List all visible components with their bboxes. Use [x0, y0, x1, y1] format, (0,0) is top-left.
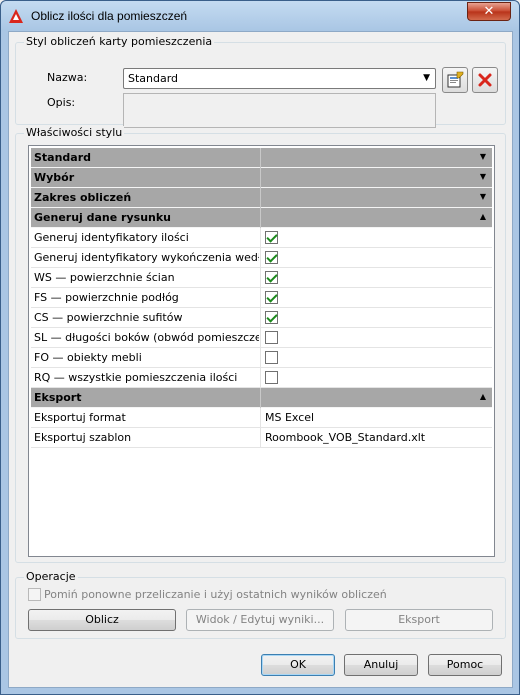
category-row-eksport[interactable]: Eksport ▲	[31, 388, 492, 408]
help-button[interactable]: Pomoc	[428, 654, 502, 676]
skip-recalc-label: Pomiń ponowne przeliczanie i użyj ostatn…	[44, 588, 387, 601]
column-separator	[260, 168, 261, 188]
property-label: FO — obiekty mebli	[34, 351, 142, 364]
name-label: Nazwa:	[47, 71, 88, 84]
column-separator	[260, 228, 261, 248]
chevron-up-icon[interactable]: ▲	[480, 392, 486, 401]
column-separator	[260, 268, 261, 288]
export-format-value[interactable]: MS Excel	[265, 411, 314, 424]
property-checkbox[interactable]	[265, 271, 278, 284]
column-separator	[260, 428, 261, 448]
property-grid[interactable]: Standard ▼ Wybór ▼ Zakres obliczeń ▼ Gen…	[28, 145, 495, 557]
style-group-label: Styl obliczeń karty pomieszczenia	[24, 35, 215, 48]
style-name-dropdown[interactable]: Standard ▼	[123, 68, 436, 89]
property-row[interactable]: Eksportuj format MS Excel	[31, 408, 492, 428]
window-title: Oblicz ilości dla pomieszczeń	[31, 9, 188, 23]
dialog-window: Oblicz ilości dla pomieszczeń ✕ Styl obl…	[0, 0, 520, 695]
property-checkbox[interactable]	[265, 371, 278, 384]
chevron-down-icon[interactable]: ▼	[480, 152, 486, 161]
delete-style-button[interactable]	[472, 67, 498, 93]
category-label: Eksport	[34, 391, 82, 404]
title-bar[interactable]: Oblicz ilości dla pomieszczeń ✕	[1, 1, 519, 31]
category-label: Zakres obliczeń	[34, 191, 132, 204]
operations-group-label: Operacje	[24, 570, 78, 583]
column-separator	[260, 188, 261, 208]
properties-group-label: Właściwości stylu	[24, 126, 125, 139]
autocad-logo-icon	[9, 9, 23, 23]
column-separator	[260, 348, 261, 368]
property-row[interactable]: WS — powierzchnie ścian	[31, 268, 492, 288]
style-name-value: Standard	[128, 72, 179, 85]
calculate-button[interactable]: Oblicz	[28, 609, 176, 631]
column-separator	[260, 408, 261, 428]
category-row-standard[interactable]: Standard ▼	[31, 148, 492, 168]
property-row[interactable]: Generuj identyfikatory ilości	[31, 228, 492, 248]
column-separator	[260, 288, 261, 308]
column-separator	[260, 208, 261, 228]
property-label: Eksportuj format	[34, 411, 126, 424]
description-field[interactable]	[123, 93, 436, 128]
delete-icon	[478, 73, 492, 87]
style-groupbox: Styl obliczeń karty pomieszczenia Nazwa:…	[15, 35, 506, 128]
edit-style-icon	[447, 71, 464, 88]
column-separator	[260, 248, 261, 268]
property-row[interactable]: SL — długości boków (obwód pomieszczer	[31, 328, 492, 348]
chevron-down-icon[interactable]: ▼	[480, 172, 486, 181]
property-label: Generuj identyfikatory ilości	[34, 231, 189, 244]
property-row[interactable]: FS — powierzchnie podłóg	[31, 288, 492, 308]
property-checkbox[interactable]	[265, 251, 278, 264]
chevron-down-icon[interactable]: ▼	[480, 192, 486, 201]
desc-label: Opis:	[47, 96, 76, 109]
property-checkbox[interactable]	[265, 231, 278, 244]
edit-style-button[interactable]	[442, 67, 468, 93]
property-label: RQ — wszystkie pomieszczenia ilości	[34, 371, 238, 384]
category-label: Wybór	[34, 171, 75, 184]
property-checkbox[interactable]	[265, 311, 278, 324]
property-checkbox[interactable]	[265, 331, 278, 344]
chevron-up-icon[interactable]: ▲	[480, 212, 486, 221]
cancel-button[interactable]: Anuluj	[344, 654, 418, 676]
property-row[interactable]: CS — powierzchnie sufitów	[31, 308, 492, 328]
column-separator	[260, 328, 261, 348]
column-separator	[260, 368, 261, 388]
property-checkbox[interactable]	[265, 291, 278, 304]
skip-recalc-checkbox[interactable]	[28, 588, 41, 601]
view-edit-results-button[interactable]: Widok / Edytuj wyniki...	[186, 609, 334, 631]
property-label: SL — długości boków (obwód pomieszczer	[34, 331, 259, 344]
category-row-zakres[interactable]: Zakres obliczeń ▼	[31, 188, 492, 208]
property-checkbox[interactable]	[265, 351, 278, 364]
property-label: CS — powierzchnie sufitów	[34, 311, 183, 324]
property-label: FS — powierzchnie podłóg	[34, 291, 179, 304]
column-separator	[260, 388, 261, 408]
export-button[interactable]: Eksport	[345, 609, 493, 631]
property-row[interactable]: Generuj identyfikatory wykończenia wedłu	[31, 248, 492, 268]
close-button[interactable]: ✕	[467, 2, 511, 21]
property-row[interactable]: FO — obiekty mebli	[31, 348, 492, 368]
property-label: WS — powierzchnie ścian	[34, 271, 175, 284]
column-separator	[260, 308, 261, 328]
category-row-wybor[interactable]: Wybór ▼	[31, 168, 492, 188]
property-label: Eksportuj szablon	[34, 431, 132, 444]
property-row[interactable]: Eksportuj szablon Roombook_VOB_Standard.…	[31, 428, 492, 448]
property-row[interactable]: RQ — wszystkie pomieszczenia ilości	[31, 368, 492, 388]
column-separator	[260, 148, 261, 168]
property-label: Generuj identyfikatory wykończenia wedłu	[34, 251, 259, 264]
category-row-generuj[interactable]: Generuj dane rysunku ▲	[31, 208, 492, 228]
category-label: Generuj dane rysunku	[34, 211, 172, 224]
chevron-down-icon: ▼	[423, 73, 430, 83]
ok-button[interactable]: OK	[261, 654, 335, 676]
category-label: Standard	[34, 151, 92, 164]
dialog-client: Styl obliczeń karty pomieszczenia Nazwa:…	[8, 31, 513, 688]
export-template-value[interactable]: Roombook_VOB_Standard.xlt	[265, 431, 425, 444]
